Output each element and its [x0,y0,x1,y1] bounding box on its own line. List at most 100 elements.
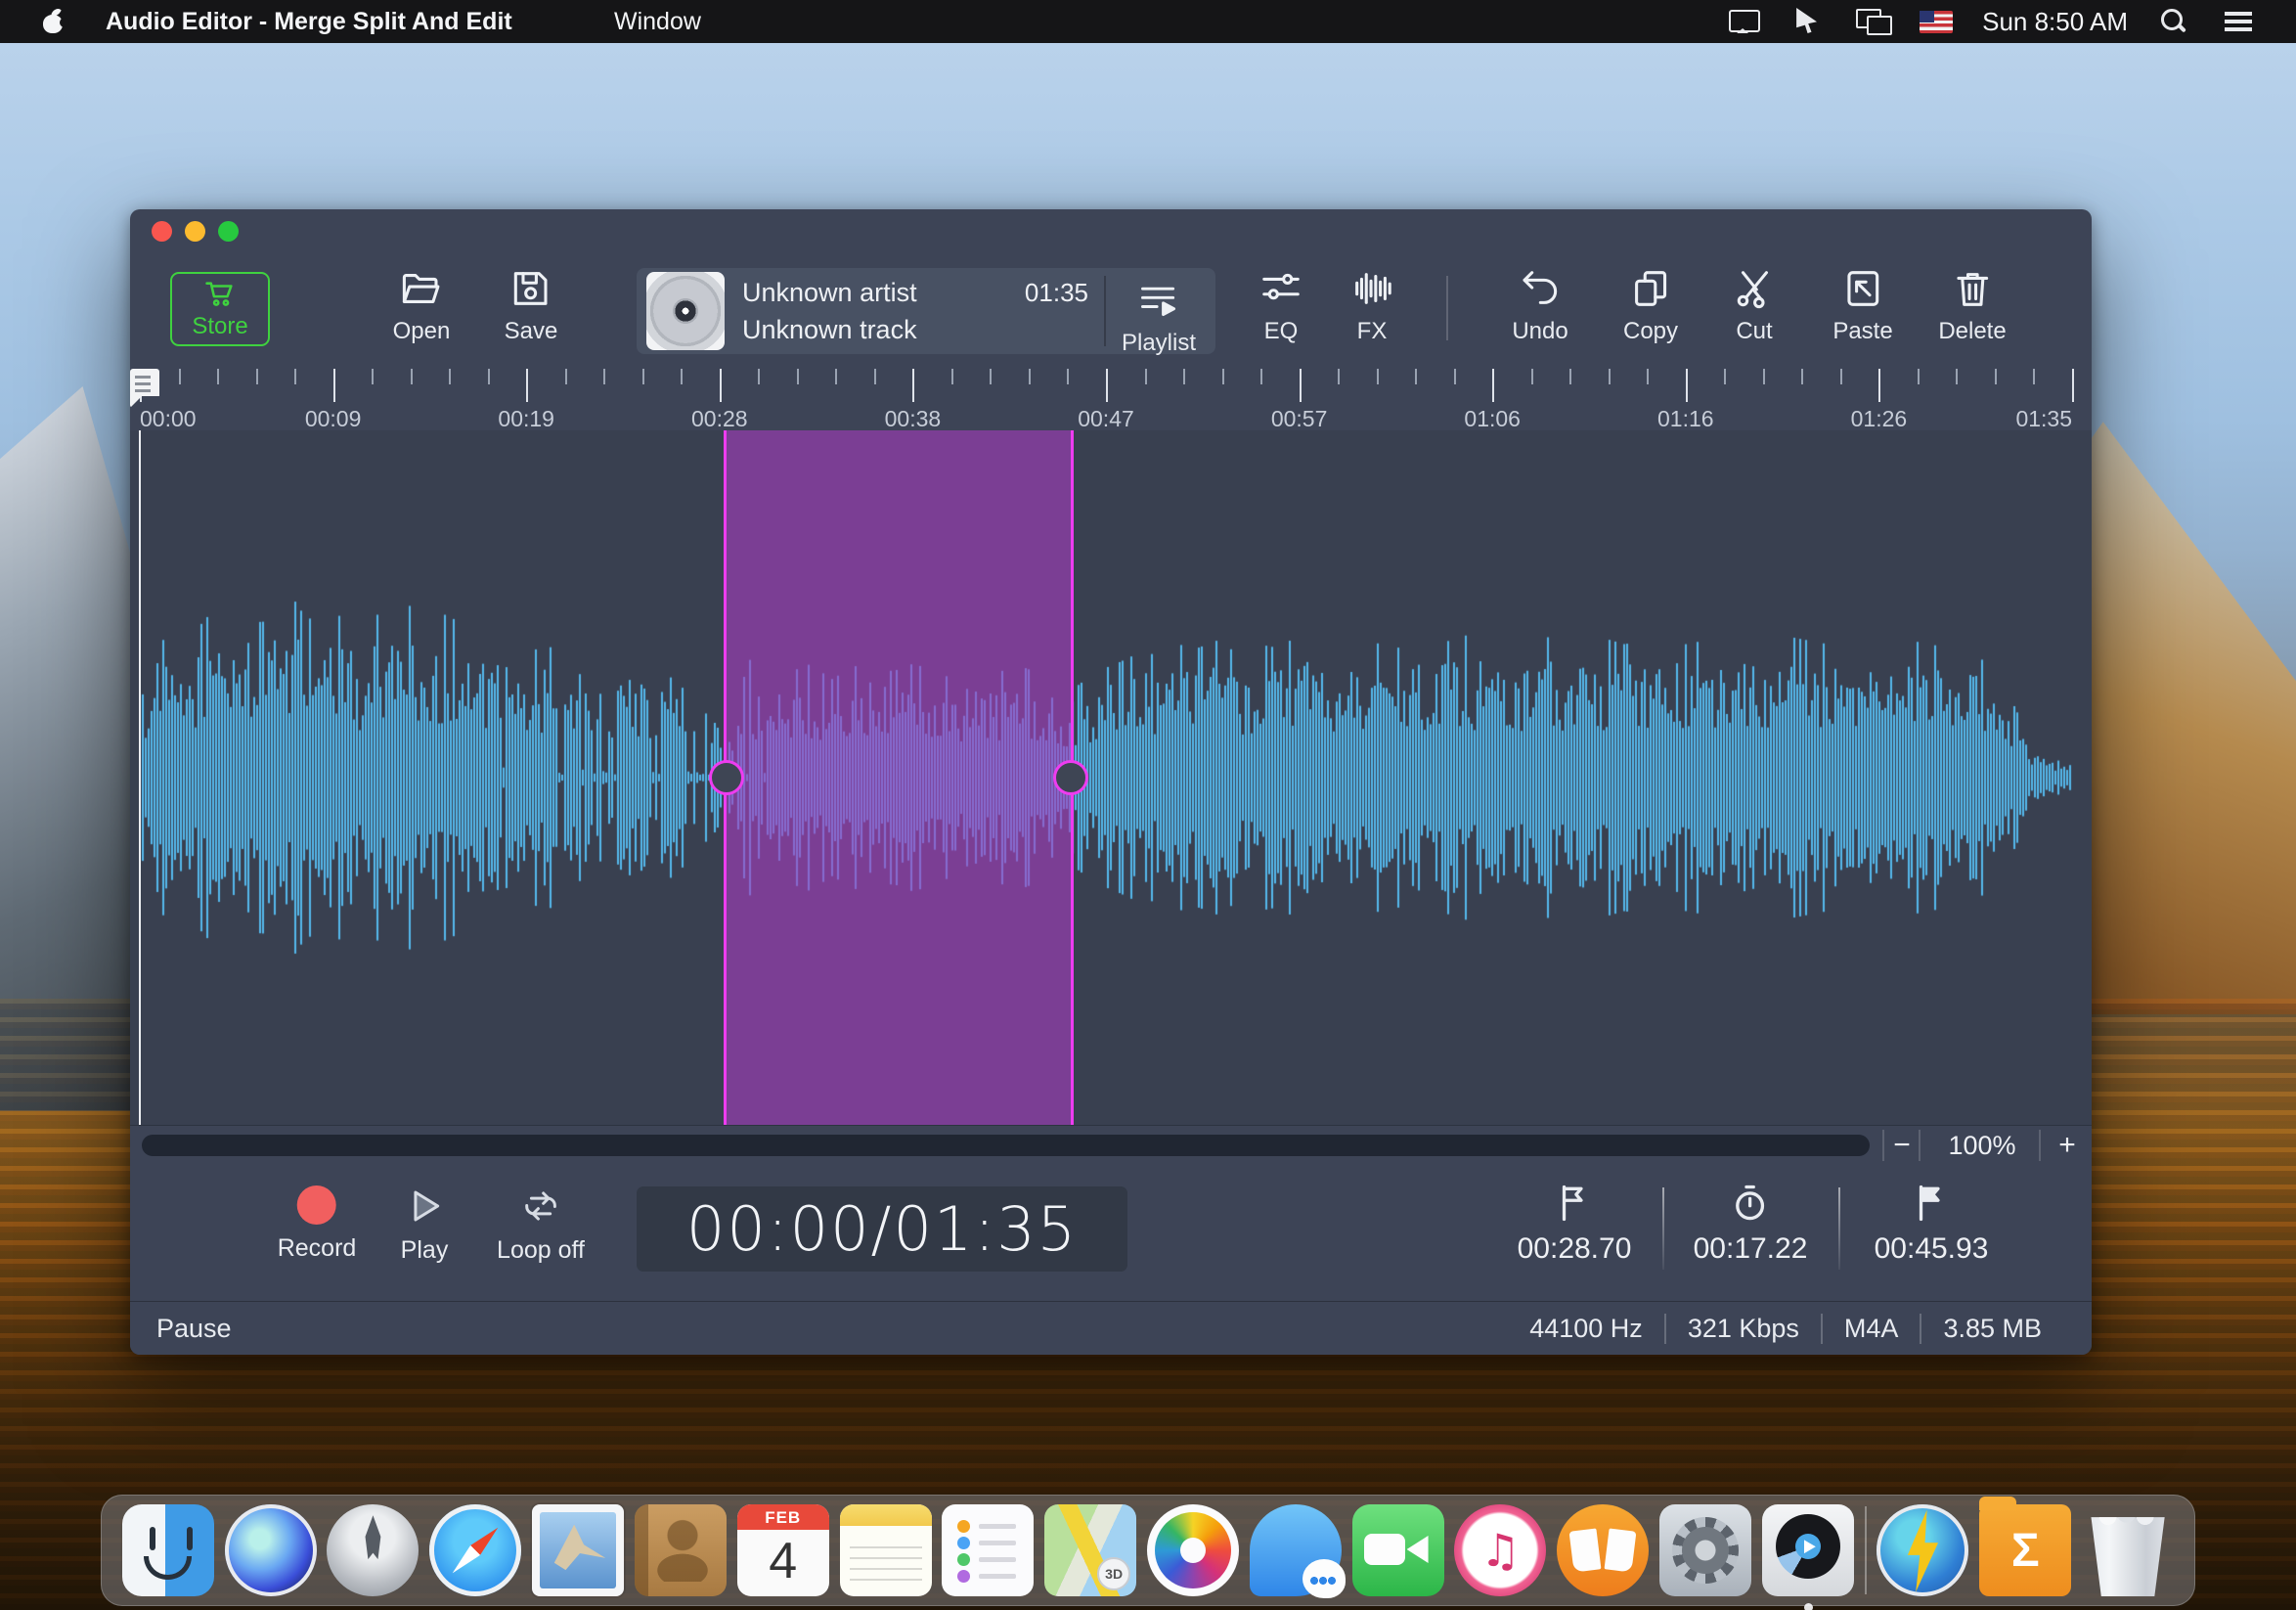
track-duration: 01:35 [1024,278,1088,307]
undo-button[interactable]: Undo [1512,266,1568,345]
ruler-tick [1608,369,1611,384]
fx-button[interactable]: FX [1349,266,1394,345]
ruler-label: 00:19 [498,406,554,431]
ruler-tick [294,369,297,384]
playlist-button[interactable]: Playlist [1122,280,1196,357]
dock-audio-editor-icon[interactable] [1761,1504,1854,1610]
selection-end-handle[interactable] [1053,760,1089,795]
dock-ibooks-icon[interactable] [1557,1504,1650,1596]
window-titlebar[interactable] [130,209,2092,254]
spotlight-icon[interactable] [2157,7,2192,36]
dock-launchpad-icon[interactable] [327,1504,419,1596]
selection-region[interactable] [708,430,1089,1125]
ruler-tick [1067,369,1070,384]
remote-cursor-icon[interactable] [1790,7,1826,36]
eq-button[interactable]: EQ [1258,266,1303,345]
input-source-flag-icon[interactable] [1920,10,1954,33]
ruler-tick [255,369,258,384]
selection-end-marker[interactable]: 00:45.93 [1875,1182,1988,1266]
dock-lightning-app-icon[interactable] [1877,1504,1969,1596]
delete-button[interactable]: Delete [1938,266,2007,345]
ruler-tick [758,369,761,384]
ruler-tick [1028,369,1031,384]
lightning-bolt-icon [1907,1509,1939,1592]
save-button[interactable]: Save [505,266,557,345]
selection-length-marker[interactable]: 00:17.22 [1694,1182,1807,1266]
zoom-button[interactable] [218,221,239,242]
menu-clock[interactable]: Sun 8:50 AM [1982,7,2128,37]
timeline-ruler[interactable]: 00:00 00:09 00:19 00:28 00:38 00:47 00:57 01:06… [130,367,2092,431]
close-button[interactable] [152,221,172,242]
file-size: 3.85 MB [1920,1313,2063,1344]
dock-finder-icon[interactable] [121,1504,214,1596]
playhead-marker-flag[interactable] [130,369,159,408]
file-info: 44100 Hz 321 Kbps M4A 3.85 MB [1508,1313,2063,1344]
album-art-cd [646,272,725,350]
ruler-tick [1530,369,1533,384]
dock-notes-icon[interactable] [839,1504,932,1596]
loop-label: Loop off [497,1236,585,1264]
selection-start-value: 00:28.70 [1517,1232,1632,1265]
icon-shape [365,1515,381,1560]
horizontal-scrollbar[interactable] [142,1135,1870,1156]
paste-button[interactable]: Paste [1832,266,1893,345]
menu-app-name[interactable]: Audio Editor - Merge Split And Edit [106,8,512,36]
loop-button[interactable]: Loop off [497,1185,585,1265]
ruler-tick [681,369,684,384]
airplay-display-icon[interactable] [1726,7,1761,36]
menu-bar: Audio Editor - Merge Split And Edit Wind… [0,0,2296,43]
icon-shape [634,1504,648,1596]
record-label: Record [277,1234,357,1262]
dock-messages-icon[interactable] [1249,1504,1346,1598]
notification-center-icon[interactable] [2222,7,2257,36]
zoom-level: 100% [1948,1131,2016,1160]
ruler-tick [796,369,799,384]
zoom-out-button[interactable]: − [1884,1128,1920,1163]
selection-start-marker[interactable]: 00:28.70 [1517,1182,1632,1266]
play-button[interactable]: Play [401,1185,448,1265]
open-button[interactable]: Open [393,266,450,345]
dock-reminders-icon[interactable] [942,1504,1035,1596]
dock-photos-icon[interactable] [1146,1504,1239,1596]
menu-window[interactable]: Window [614,8,701,36]
ruler-tick [912,369,915,402]
icon-shape [1309,1577,1336,1585]
dock-calendar-icon[interactable]: FEB 4 [736,1504,829,1596]
dock-trash-icon[interactable] [2091,1517,2165,1596]
record-button[interactable]: Record [277,1185,357,1263]
dock-siri-icon[interactable] [224,1504,317,1596]
cut-button[interactable]: Cut [1732,266,1777,345]
minimize-button[interactable] [185,221,205,242]
music-note-glyph: ♫ [1479,1524,1521,1577]
icon-shape [654,1519,710,1582]
calendar-month: FEB [736,1504,829,1530]
ruler-tick [1453,369,1456,384]
toolbar-divider [1446,276,1448,340]
icon-shape [144,1555,193,1581]
selection-start-handle[interactable] [708,760,744,795]
copy-icon [1635,271,1667,306]
dock-itunes-icon[interactable]: ♫ [1454,1504,1547,1596]
dock-sigma-folder-icon[interactable]: Σ [1979,1497,2072,1596]
record-icon [297,1185,336,1225]
delete-label: Delete [1938,318,2007,344]
icon-shape [150,1526,155,1550]
dock-facetime-icon[interactable] [1351,1504,1444,1596]
apple-leaf [51,6,62,19]
waveform-canvas[interactable] [140,430,2082,1125]
dock-contacts-icon[interactable] [634,1504,727,1596]
dock-system-preferences-icon[interactable] [1659,1504,1751,1596]
trash-icon [1957,273,1988,306]
displays-icon[interactable] [1855,7,1893,36]
zoom-in-button[interactable]: + [2050,1128,2085,1163]
audio-editor-window: Store Open Save Unknown artist Unknown t… [130,209,2092,1355]
dock-maps-icon[interactable]: 3D [1044,1504,1137,1596]
dock-safari-icon[interactable] [429,1504,522,1596]
store-button[interactable]: Store [170,272,270,346]
copy-button[interactable]: Copy [1623,266,1678,345]
playhead-line[interactable] [139,430,141,1125]
track-title: Unknown track [742,315,917,344]
cart-icon [205,282,233,306]
dock-mail-icon[interactable] [532,1504,625,1596]
apple-menu-icon[interactable] [43,6,69,33]
